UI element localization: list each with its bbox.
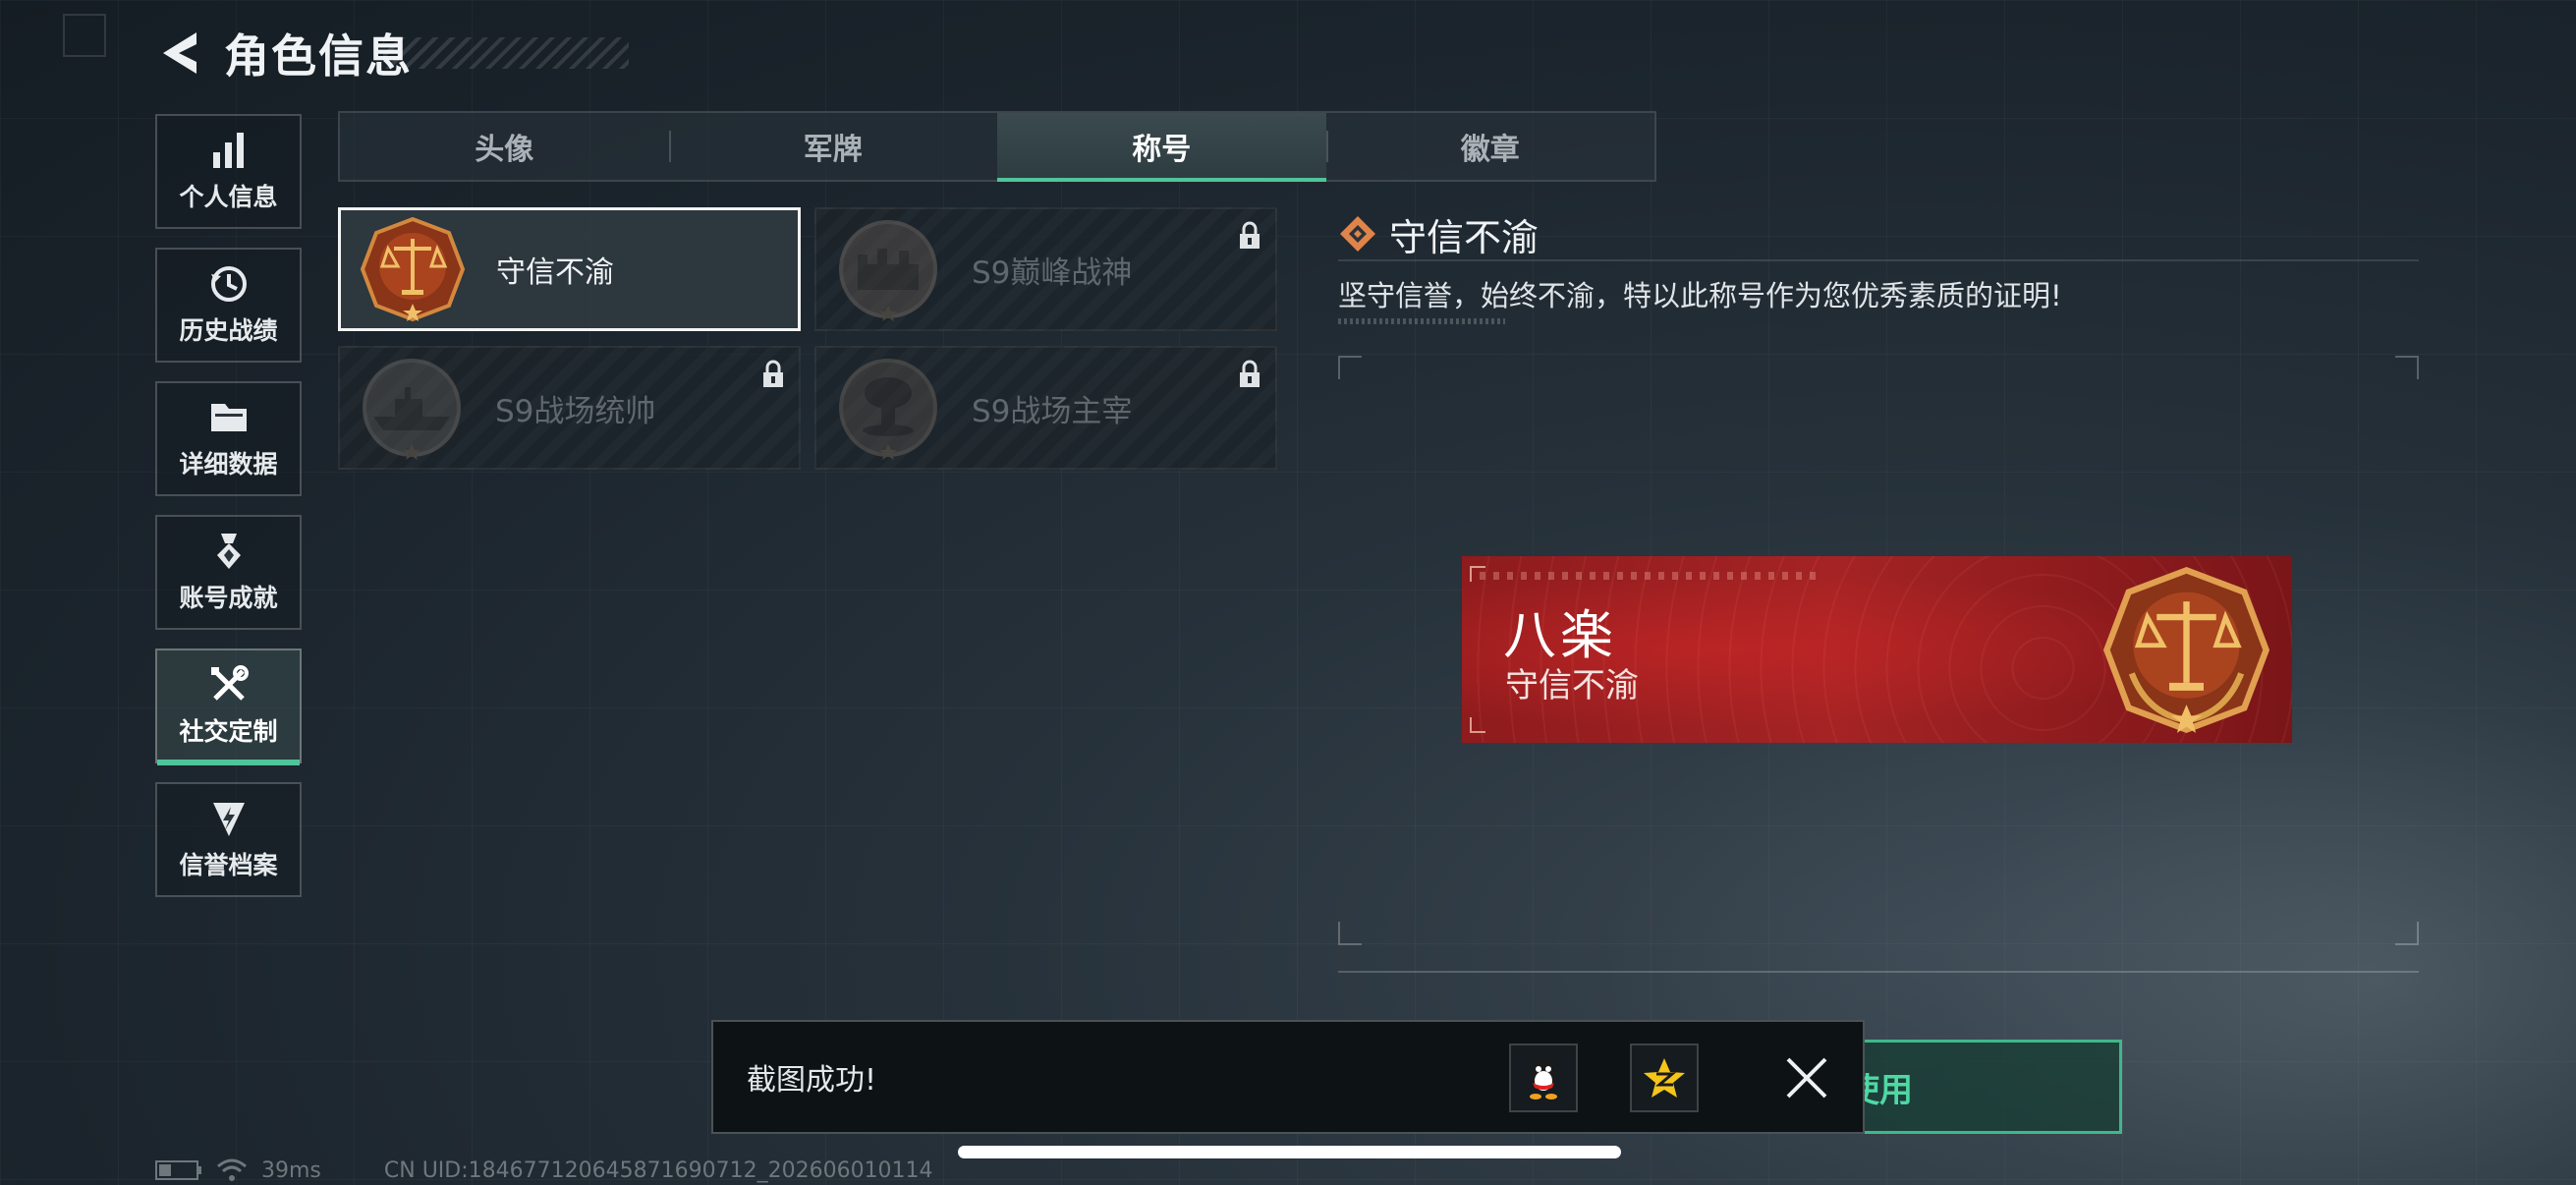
frame-corner [2395,922,2419,945]
page-header: 角色信息 [157,22,413,85]
active-indicator [157,760,300,765]
tab-avatar[interactable]: 头像 [340,113,669,180]
history-clock-icon [210,265,247,302]
warship-emblem-icon [363,359,461,460]
nameplate-bracket [1470,566,1485,582]
detail-title-name: 守信不渝 [1389,215,1540,259]
status-bar: 39ms CN UID:1846771206458716907​12_20260… [155,1156,933,1185]
uid-text: CN UID:1846771206458716907​12_2026060101… [383,1157,933,1183]
sidebar-item-label: 社交定制 [179,716,278,746]
frame-corner [2395,356,2419,379]
corner-decoration [63,14,106,57]
sidebar-item-social-custom[interactable]: 社交定制 [155,649,302,765]
bar-chart-icon [212,132,244,168]
sidebar-item-detailed-data[interactable]: 详细数据 [155,381,302,496]
home-indicator[interactable] [958,1146,1621,1158]
lock-icon [763,360,783,387]
qq-penguin-icon [1530,1059,1557,1100]
sidebar-item-label: 信誉档案 [179,850,278,879]
sidebar: 个人信息 历史战绩 详细数据 账号成就 社交定制 信誉档案 [155,114,306,916]
title-card-name: S9战场主宰 [972,393,1133,429]
lock-icon [1240,221,1260,249]
nameplate-decoration [1480,572,1823,580]
sidebar-item-history[interactable]: 历史战绩 [155,248,302,363]
category-tabs: 头像 军牌 称号 徽章 [338,111,1656,182]
folder-icon [210,403,247,431]
sidebar-item-label: 个人信息 [179,182,278,211]
battery-icon [155,1160,201,1180]
sidebar-item-label: 详细数据 [179,449,278,479]
qzone-star-icon [1644,1058,1685,1098]
title-card-name: S9巅峰战神 [972,254,1133,291]
scales-emblem-icon [2102,566,2270,734]
share-qq-button[interactable] [1509,1044,1578,1112]
medal-icon [216,533,241,569]
wifi-icon [217,1158,247,1181]
screenshot-toast: 截图成功! [711,1020,1865,1134]
description-decoration [1338,318,1505,324]
scales-emblem-icon [360,216,466,322]
toast-message: 截图成功! [747,1063,877,1098]
title-card-s9-dominator[interactable]: S9战场主宰 [814,346,1277,470]
lock-icon [1240,360,1260,387]
close-icon[interactable] [1780,1051,1833,1104]
title-card-s9-peak[interactable]: S9巅峰战神 [814,207,1277,331]
latency-text: 39ms [261,1157,321,1183]
title-stripe-decoration [383,37,629,69]
title-card-s9-commander[interactable]: S9战场统帅 [338,346,801,470]
shield-credit-icon [212,802,245,836]
tab-title[interactable]: 称号 [997,113,1326,182]
tab-dog-tag[interactable]: 军牌 [668,113,998,180]
nameplate-title: 守信不渝 [1505,666,1639,705]
sidebar-item-credit-record[interactable]: 信誉档案 [155,782,302,897]
preview-divider [1338,971,2419,973]
title-card-shouxin[interactable]: 守信不渝 [338,207,801,331]
wrench-screwdriver-icon [210,664,249,701]
detail-description: 坚守信誉，始终不渝，特以此称号作为您优秀素质的证明! [1338,279,2062,312]
back-arrow-icon[interactable] [157,28,200,78]
sidebar-item-achievements[interactable]: 账号成就 [155,515,302,630]
fortress-emblem-icon [839,220,937,321]
title-card-name: S9战场统帅 [495,393,656,429]
sidebar-item-label: 账号成就 [179,583,278,612]
nameplate-bracket [1470,717,1485,733]
tab-badge[interactable]: 徽章 [1325,113,1655,180]
frame-corner [1338,356,1362,379]
diamond-icon [1340,216,1375,252]
nameplate-preview: 八楽 守信不渝 [1462,556,2292,743]
sidebar-item-label: 历史战绩 [179,315,278,345]
sidebar-item-personal-info[interactable]: 个人信息 [155,114,302,229]
mushroom-cloud-emblem-icon [839,359,937,460]
frame-corner [1338,922,1362,945]
share-qzone-button[interactable] [1630,1044,1699,1112]
title-card-name: 守信不渝 [496,255,614,290]
detail-header: 守信不渝 [1338,208,2419,261]
